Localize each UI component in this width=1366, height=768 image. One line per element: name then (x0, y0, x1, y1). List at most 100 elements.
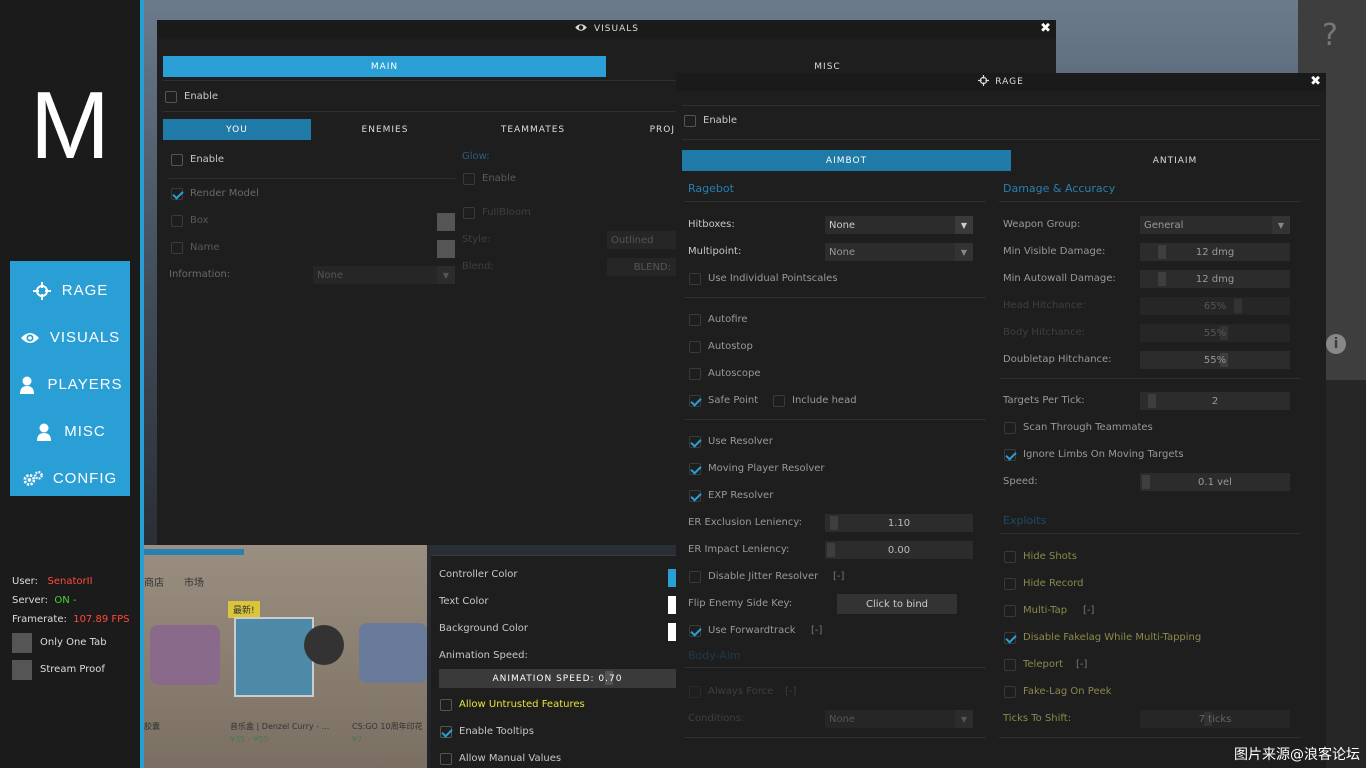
ticks-to-shift-slider[interactable]: 7 ticks (1140, 710, 1290, 728)
slider-knob[interactable] (1142, 475, 1150, 489)
disable-fakelag-checkbox[interactable] (1004, 632, 1016, 644)
name-label: Name (190, 242, 220, 253)
er-impact-slider[interactable]: 0.00 (825, 541, 973, 559)
nav-players[interactable]: PLAYERS (10, 361, 130, 408)
close-icon[interactable]: ✖ (1040, 22, 1052, 35)
store-item2-name: CS:GO 10周年印花 (352, 722, 423, 731)
name-checkbox[interactable] (171, 242, 183, 254)
slider-knob[interactable] (1148, 394, 1156, 408)
conditions-select[interactable]: None ▼ (825, 710, 973, 728)
hide-shots-checkbox[interactable] (1004, 551, 1016, 563)
tab-antiaim[interactable]: ANTIAIM (1011, 150, 1339, 171)
always-force-checkbox[interactable] (689, 686, 701, 698)
hide-record-checkbox[interactable] (1004, 578, 1016, 590)
framerate-value: 107.89 FPS (73, 614, 130, 625)
scan-teammates-checkbox[interactable] (1004, 422, 1016, 434)
disable-jitter-keybind[interactable]: [-] (833, 571, 844, 582)
close-icon[interactable]: ✖ (1310, 75, 1322, 88)
information-select[interactable]: None ▼ (313, 266, 455, 284)
ticks-to-shift-label: Ticks To Shift: (1003, 713, 1072, 724)
nav-config[interactable]: CONFIG (10, 455, 130, 502)
disable-jitter-checkbox[interactable] (689, 571, 701, 583)
min-autowall-slider[interactable]: 12 dmg (1140, 270, 1290, 288)
box-color-swatch[interactable] (437, 213, 455, 231)
targets-per-tick-slider[interactable]: 2 (1140, 392, 1290, 410)
info-icon[interactable]: i (1326, 334, 1346, 354)
subtab-enemies[interactable]: ENEMIES (311, 119, 459, 140)
include-head-checkbox[interactable] (773, 395, 785, 407)
slider-knob[interactable] (1158, 245, 1166, 259)
allow-untrusted-checkbox[interactable] (440, 699, 452, 711)
always-force-keybind[interactable]: [-] (785, 686, 796, 697)
visuals-enable-checkbox[interactable] (165, 91, 177, 103)
multi-tap-checkbox[interactable] (1004, 605, 1016, 617)
multipoint-select[interactable]: None ▼ (825, 243, 973, 261)
subtab-teammates[interactable]: TEAMMATES (459, 119, 607, 140)
enable-tooltips-checkbox[interactable] (440, 726, 452, 738)
name-color-swatch[interactable] (437, 240, 455, 258)
slider-knob[interactable] (827, 543, 835, 557)
autofire-checkbox[interactable] (689, 314, 701, 326)
teleport-checkbox[interactable] (1004, 659, 1016, 671)
allow-manual-checkbox[interactable] (440, 753, 452, 765)
flip-key-bind-button[interactable]: Click to bind (837, 594, 957, 614)
teleport-keybind[interactable]: [-] (1076, 659, 1087, 670)
autostop-checkbox[interactable] (689, 341, 701, 353)
user-label: User: (12, 576, 38, 587)
you-enable-checkbox[interactable] (171, 154, 183, 166)
style-select[interactable]: Outlined (607, 231, 677, 249)
glow-enable-checkbox[interactable] (463, 173, 475, 185)
eye-icon (574, 23, 588, 35)
use-forwardtrack-keybind[interactable]: [-] (811, 625, 822, 636)
rage-titlebar[interactable]: RAGE ✖ (676, 73, 1326, 91)
slider-knob[interactable] (1234, 299, 1242, 313)
hitboxes-select[interactable]: None ▼ (825, 216, 973, 234)
subtab-you[interactable]: YOU (163, 119, 311, 140)
help-icon[interactable]: ? (1322, 18, 1338, 53)
stream-proof-box[interactable] (12, 659, 32, 680)
only-one-tab-toggle[interactable]: Only One Tab (12, 629, 130, 656)
speed-slider[interactable]: 0.1 vel (1140, 473, 1290, 491)
tab-aimbot[interactable]: AIMBOT (682, 150, 1011, 171)
render-model-checkbox[interactable] (171, 188, 183, 200)
fakelag-on-peek-checkbox[interactable] (1004, 686, 1016, 698)
animation-speed-slider[interactable]: ANIMATION SPEED: 0.70 (439, 669, 676, 688)
controller-color-swatch[interactable] (668, 569, 676, 587)
fullbloom-checkbox[interactable] (463, 207, 475, 219)
weapon-group-select[interactable]: General ▼ (1140, 216, 1290, 234)
er-exclusion-slider[interactable]: 1.10 (825, 514, 973, 532)
subtab-projectiles[interactable]: PROJ (607, 119, 675, 140)
moving-player-resolver-checkbox[interactable] (689, 463, 701, 475)
use-resolver-checkbox[interactable] (689, 436, 701, 448)
visuals-titlebar[interactable]: VISUALS ✖ (157, 20, 1056, 38)
ignore-limbs-checkbox[interactable] (1004, 449, 1016, 461)
body-hitchance-slider[interactable]: 55% (1140, 324, 1290, 342)
individual-pointscales-checkbox[interactable] (689, 273, 701, 285)
slider-knob[interactable] (1158, 272, 1166, 286)
store-tab-item[interactable]: 商店 (144, 574, 164, 589)
tab-main[interactable]: MAIN (163, 56, 606, 77)
only-one-tab-box[interactable] (12, 632, 32, 653)
nav-visuals[interactable]: VISUALS (10, 314, 130, 361)
main-nav: RAGE VISUALS PLAYERS MISC CONFIG (10, 261, 130, 496)
slider-knob[interactable] (830, 516, 838, 530)
safe-point-checkbox[interactable] (689, 395, 701, 407)
min-visible-slider[interactable]: 12 dmg (1140, 243, 1290, 261)
rage-enable-checkbox[interactable] (684, 115, 696, 127)
crosshair-icon (32, 281, 52, 301)
background-color-swatch[interactable] (668, 623, 676, 641)
stream-proof-toggle[interactable]: Stream Proof (12, 656, 130, 683)
autoscope-checkbox[interactable] (689, 368, 701, 380)
doubletap-hitchance-slider[interactable]: 55% (1140, 351, 1290, 369)
multi-tap-keybind[interactable]: [-] (1083, 605, 1094, 616)
head-hitchance-slider[interactable]: 65% (1140, 297, 1290, 315)
blend-slider[interactable]: BLEND: (607, 258, 677, 276)
nav-rage[interactable]: RAGE (10, 267, 130, 314)
exp-resolver-checkbox[interactable] (689, 490, 701, 502)
use-forwardtrack-checkbox[interactable] (689, 625, 701, 637)
text-color-swatch[interactable] (668, 596, 676, 614)
nav-misc[interactable]: MISC (10, 408, 130, 455)
eye-icon (20, 328, 40, 348)
store-tab-market[interactable]: 市场 (184, 574, 204, 589)
box-checkbox[interactable] (171, 215, 183, 227)
